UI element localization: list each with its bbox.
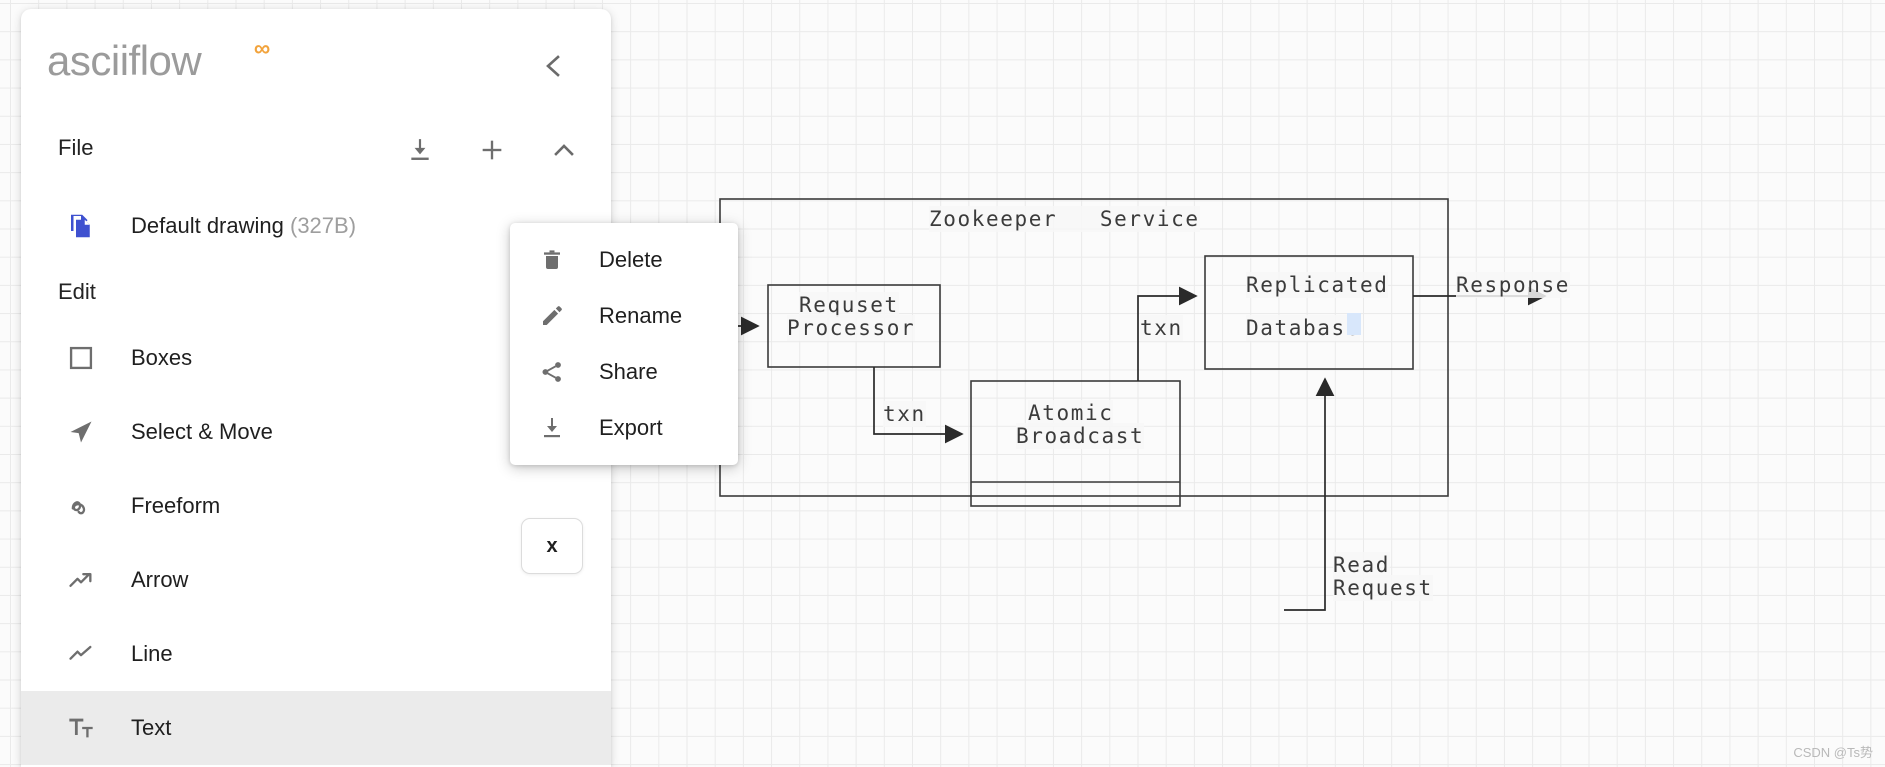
chevron-up-icon bbox=[554, 144, 574, 156]
file-section-header: File bbox=[21, 117, 611, 189]
sidebar-collapse-button[interactable] bbox=[535, 49, 571, 83]
arrow-trend-icon bbox=[61, 560, 101, 600]
logo-text-asc: asc bbox=[47, 37, 111, 84]
diagram-title: Zookeeper Service bbox=[929, 206, 1200, 232]
file-item-name: Default drawing bbox=[131, 213, 284, 238]
line-icon bbox=[61, 634, 101, 674]
context-menu-item-export[interactable]: Export bbox=[510, 400, 738, 456]
sidebar-item-line[interactable]: Line bbox=[21, 617, 611, 691]
context-menu-item-rename[interactable]: Rename bbox=[510, 288, 738, 344]
file-copy-icon bbox=[61, 206, 101, 246]
infinity-icon: ∞ bbox=[253, 35, 271, 61]
file-item-label: Default drawing (327B) bbox=[131, 213, 356, 239]
logo-ii-letters: ii bbox=[110, 37, 129, 84]
logo-text-flow: flow bbox=[128, 37, 202, 84]
add-drawing-button[interactable] bbox=[473, 131, 511, 169]
logo-text-ii: ii ∞ bbox=[110, 35, 271, 84]
node-replicated-database-line2: Database bbox=[1246, 315, 1360, 341]
file-context-menu: Delete Rename Share Export bbox=[510, 223, 738, 465]
sidebar-item-line-label: Line bbox=[131, 641, 173, 666]
file-section-actions bbox=[401, 131, 583, 169]
node-atomic-broadcast-line1: Atomic bbox=[1028, 400, 1114, 426]
file-item-size: (327B) bbox=[290, 213, 357, 238]
sidebar-item-boxes-label: Boxes bbox=[131, 345, 193, 370]
download-icon bbox=[411, 139, 429, 160]
node-request-processor-line2: Processor bbox=[787, 315, 916, 341]
label-txn-left: txn bbox=[883, 401, 926, 427]
text-format-icon bbox=[61, 708, 101, 748]
file-section-label: File bbox=[58, 135, 94, 160]
download-button[interactable] bbox=[401, 131, 439, 169]
file-section-collapse-button[interactable] bbox=[545, 131, 583, 169]
csdn-watermark: CSDN @Ts势 bbox=[1793, 745, 1873, 760]
context-menu-item-share-label: Share bbox=[599, 359, 658, 384]
text-cursor-highlight bbox=[1347, 313, 1361, 335]
label-response: Response bbox=[1456, 272, 1570, 298]
sidebar-item-freeform-label: Freeform bbox=[131, 493, 221, 518]
context-menu-item-delete[interactable]: Delete bbox=[510, 232, 738, 288]
app-logo: ascii ∞ flow bbox=[47, 35, 271, 85]
label-read-request-line2: Request bbox=[1333, 575, 1433, 601]
sidebar-item-arrow-label: Arrow bbox=[131, 567, 189, 592]
label-read-request-line1: Read bbox=[1333, 552, 1390, 578]
node-atomic-broadcast-line2: Broadcast bbox=[1016, 423, 1145, 449]
freeform-icon bbox=[61, 486, 101, 526]
add-icon bbox=[482, 140, 502, 160]
trash-icon bbox=[537, 245, 567, 275]
context-menu-item-delete-label: Delete bbox=[599, 247, 663, 272]
square-icon bbox=[61, 338, 101, 378]
asciiflow-app: Zookeeper Service Requset Processor Atom… bbox=[0, 0, 1885, 767]
label-txn-right: txn bbox=[1140, 315, 1183, 341]
context-menu-item-share[interactable]: Share bbox=[510, 344, 738, 400]
sidebar-item-text-label: Text bbox=[131, 715, 172, 740]
sidebar-item-text[interactable]: Text bbox=[21, 691, 611, 765]
download-icon bbox=[537, 413, 567, 443]
pencil-icon bbox=[537, 301, 567, 331]
close-text-editor-button[interactable]: x bbox=[521, 518, 583, 574]
context-menu-item-rename-label: Rename bbox=[599, 303, 683, 328]
cursor-icon bbox=[61, 412, 101, 452]
sidebar-item-select-move-label: Select & Move bbox=[131, 419, 273, 444]
node-request-processor-line1: Requset bbox=[799, 292, 899, 318]
node-replicated-database-line1: Replicated bbox=[1246, 272, 1389, 298]
context-menu-item-export-label: Export bbox=[599, 415, 663, 440]
chevron-left-icon bbox=[546, 55, 560, 77]
sidebar-header: ascii ∞ flow bbox=[21, 9, 611, 117]
share-icon bbox=[537, 357, 567, 387]
